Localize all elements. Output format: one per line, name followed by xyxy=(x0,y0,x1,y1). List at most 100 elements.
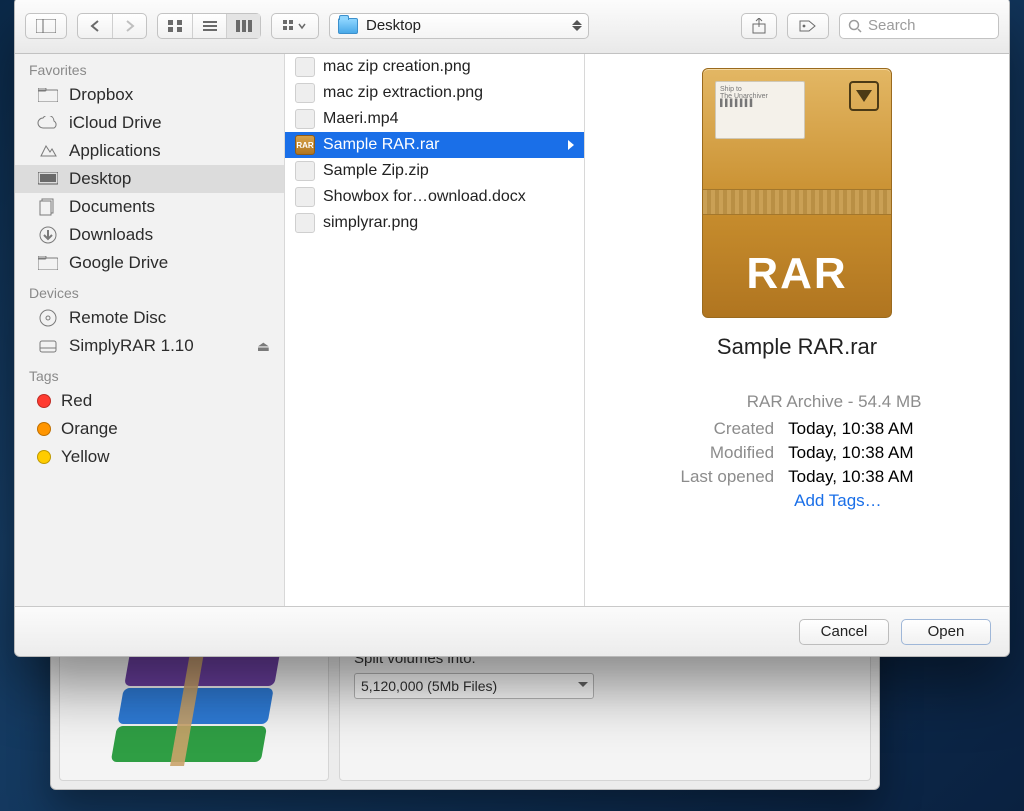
sidebar: Favorites Dropbox iCloud Drive Applicati… xyxy=(15,54,285,606)
rar-file-icon: Ship toThe Unarchiver▌▌▌▌▌▌▌ RAR xyxy=(702,68,892,318)
archive-file-icon xyxy=(295,161,315,181)
rar-file-icon: RAR xyxy=(295,135,315,155)
folder-icon xyxy=(37,254,59,272)
docx-file-icon xyxy=(295,187,315,207)
open-button[interactable]: Open xyxy=(901,619,991,645)
image-file-icon xyxy=(295,83,315,103)
add-tags-link[interactable]: Add Tags… xyxy=(788,491,882,510)
desktop-icon xyxy=(37,170,59,188)
sidebar-item-label: Orange xyxy=(61,419,118,439)
grid-icon xyxy=(167,19,183,33)
sidebar-item-label: Dropbox xyxy=(69,85,133,105)
sidebar-item-label: Downloads xyxy=(69,225,153,245)
view-columns-button[interactable] xyxy=(226,14,260,38)
preview-filename: Sample RAR.rar xyxy=(717,334,877,360)
package-label-icon: Ship toThe Unarchiver▌▌▌▌▌▌▌ xyxy=(715,81,805,139)
search-field[interactable]: Search xyxy=(839,13,999,39)
back-button[interactable] xyxy=(78,14,112,38)
sidebar-section-tags: Tags xyxy=(15,360,284,387)
sidebar-item-label: Applications xyxy=(69,141,161,161)
sidebar-item-simplyrar-volume[interactable]: SimplyRAR 1.10 ⏏ xyxy=(15,332,284,360)
search-icon xyxy=(848,19,862,33)
view-list-button[interactable] xyxy=(192,14,226,38)
sidebar-item-label: Red xyxy=(61,391,92,411)
eject-icon[interactable]: ⏏ xyxy=(257,338,270,355)
share-button[interactable] xyxy=(741,13,777,39)
columns-icon xyxy=(236,19,252,33)
file-row[interactable]: mac zip extraction.png xyxy=(285,80,584,106)
sidebar-section-favorites: Favorites xyxy=(15,54,284,81)
tags-button[interactable] xyxy=(787,13,829,39)
split-volumes-select[interactable]: 5,120,000 (5Mb Files) xyxy=(354,673,594,699)
image-file-icon xyxy=(295,57,315,77)
list-icon xyxy=(202,19,218,33)
file-name: Maeri.mp4 xyxy=(323,110,399,128)
sidebar-section-devices: Devices xyxy=(15,277,284,304)
sidebar-tag-red[interactable]: Red xyxy=(15,387,284,415)
open-dialog: Desktop Search Favorites Dropbox iCloud … xyxy=(14,0,1010,657)
sidebar-item-label: Documents xyxy=(69,197,155,217)
folder-icon xyxy=(338,18,358,34)
tag-icon xyxy=(798,19,818,33)
file-name: Showbox for…ownload.docx xyxy=(323,188,526,206)
open-dialog-toolbar: Desktop Search xyxy=(15,0,1009,54)
sidebar-toggle-button[interactable] xyxy=(25,13,67,39)
rar-icon-text: RAR xyxy=(746,249,847,299)
file-row[interactable]: Sample Zip.zip xyxy=(285,158,584,184)
sidebar-item-remote-disc[interactable]: Remote Disc xyxy=(15,304,284,332)
location-popup[interactable]: Desktop xyxy=(329,13,589,39)
meta-created-value: Today, 10:38 AM xyxy=(782,418,919,440)
download-arrow-icon xyxy=(849,81,879,111)
drive-icon xyxy=(37,337,59,355)
file-column: mac zip creation.png mac zip extraction.p… xyxy=(285,54,585,606)
file-name: simplyrar.png xyxy=(323,214,418,232)
view-mode-segmented xyxy=(157,13,261,39)
forward-button[interactable] xyxy=(112,14,146,38)
sidebar-item-desktop[interactable]: Desktop xyxy=(15,165,284,193)
cancel-button[interactable]: Cancel xyxy=(799,619,889,645)
tag-dot-icon xyxy=(37,450,51,464)
file-name: Sample RAR.rar xyxy=(323,136,439,154)
sidebar-item-applications[interactable]: Applications xyxy=(15,137,284,165)
search-placeholder: Search xyxy=(868,17,916,34)
file-row[interactable]: mac zip creation.png xyxy=(285,54,584,80)
arrange-button[interactable] xyxy=(271,13,319,39)
file-name: mac zip extraction.png xyxy=(323,84,483,102)
sidebar-item-label: Google Drive xyxy=(69,253,168,273)
sidebar-tag-orange[interactable]: Orange xyxy=(15,415,284,443)
sidebar-tag-yellow[interactable]: Yellow xyxy=(15,443,284,471)
chevron-right-icon xyxy=(568,140,574,150)
share-icon xyxy=(752,18,766,34)
file-name: Sample Zip.zip xyxy=(323,162,429,180)
file-row[interactable]: Showbox for…ownload.docx xyxy=(285,184,584,210)
chevron-left-icon xyxy=(90,20,100,32)
cloud-icon xyxy=(37,114,59,132)
sidebar-item-label: SimplyRAR 1.10 xyxy=(69,336,194,356)
applications-icon xyxy=(37,142,59,160)
nav-back-forward xyxy=(77,13,147,39)
sidebar-icon xyxy=(36,19,56,33)
preview-pane: Ship toThe Unarchiver▌▌▌▌▌▌▌ RAR Sample … xyxy=(585,54,1009,606)
preview-kind-size: RAR Archive - 54.4 MB xyxy=(673,392,922,412)
disc-icon xyxy=(37,309,59,327)
file-row[interactable]: RAR Sample RAR.rar xyxy=(285,132,584,158)
sidebar-item-documents[interactable]: Documents xyxy=(15,193,284,221)
sidebar-item-downloads[interactable]: Downloads xyxy=(15,221,284,249)
sidebar-item-icloud[interactable]: iCloud Drive xyxy=(15,109,284,137)
file-name: mac zip creation.png xyxy=(323,58,471,76)
video-file-icon xyxy=(295,109,315,129)
open-dialog-footer: Cancel Open xyxy=(15,606,1009,656)
stepper-icon xyxy=(572,17,582,34)
image-file-icon xyxy=(295,213,315,233)
view-icons-button[interactable] xyxy=(158,14,192,38)
arrange-icon xyxy=(282,19,308,33)
sidebar-item-label: Remote Disc xyxy=(69,308,166,328)
file-row[interactable]: simplyrar.png xyxy=(285,210,584,236)
meta-opened-label: Last opened xyxy=(675,466,781,488)
sidebar-item-label: iCloud Drive xyxy=(69,113,162,133)
sidebar-item-dropbox[interactable]: Dropbox xyxy=(15,81,284,109)
tag-dot-icon xyxy=(37,394,51,408)
sidebar-item-googledrive[interactable]: Google Drive xyxy=(15,249,284,277)
file-row[interactable]: Maeri.mp4 xyxy=(285,106,584,132)
meta-created-label: Created xyxy=(675,418,781,440)
